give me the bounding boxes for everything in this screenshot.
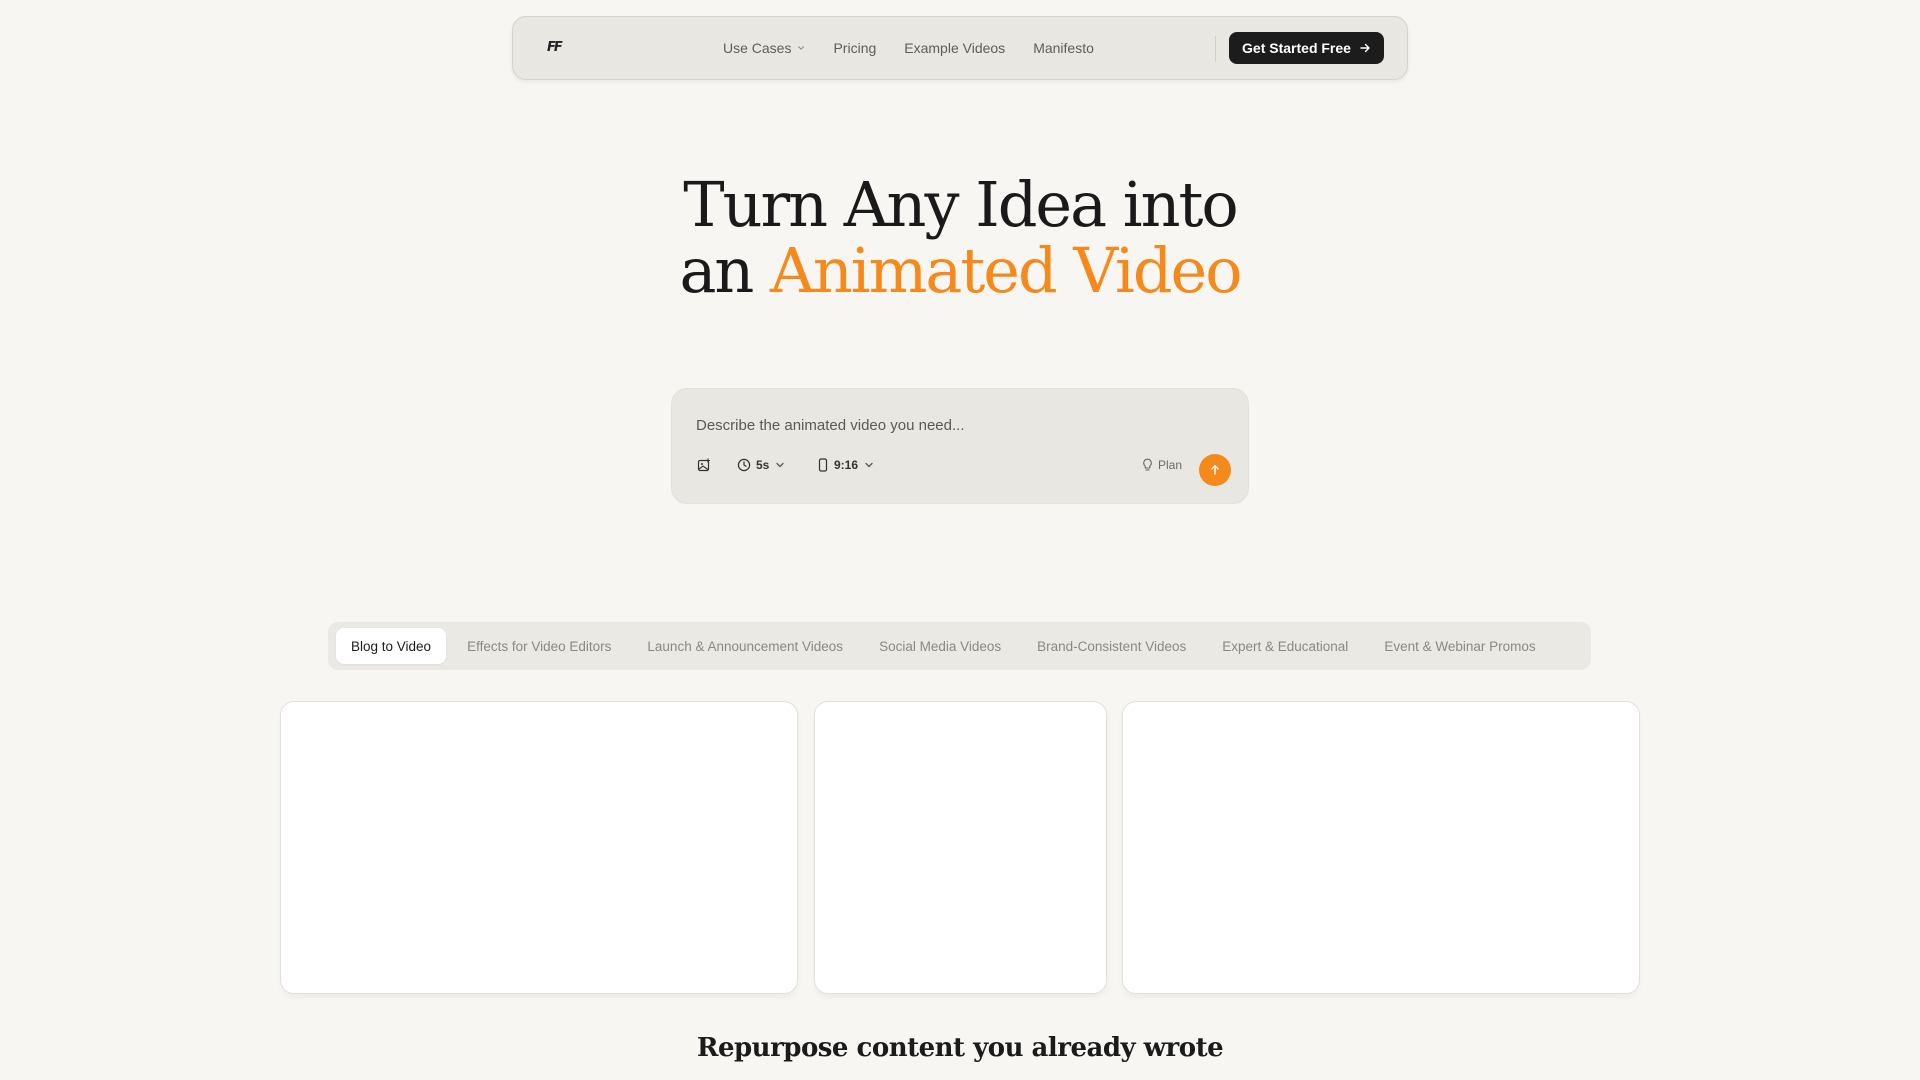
nav-use-cases[interactable]: Use Cases — [723, 40, 805, 56]
phone-icon — [818, 458, 828, 472]
video-card[interactable] — [280, 701, 798, 994]
video-card[interactable] — [814, 701, 1107, 994]
hero-title-line1: Turn Any Idea into — [683, 168, 1239, 241]
send-button[interactable] — [1199, 454, 1231, 486]
tab-effects-for-video-editors[interactable]: Effects for Video Editors — [452, 628, 626, 664]
lightbulb-icon — [1143, 458, 1152, 471]
nav-example-videos[interactable]: Example Videos — [904, 40, 1005, 56]
image-upload-button[interactable] — [697, 458, 711, 472]
page: FF Use Cases Pricing Example Videos Mani… — [0, 0, 1920, 1080]
nav-use-cases-label: Use Cases — [723, 40, 792, 56]
duration-select[interactable]: 5s — [737, 458, 785, 472]
aspect-ratio-select[interactable]: 9:16 — [818, 458, 874, 472]
clock-icon — [737, 458, 751, 472]
image-add-icon — [697, 458, 710, 472]
get-started-label: Get Started Free — [1242, 40, 1351, 56]
use-case-tabs: Blog to Video Effects for Video Editors … — [328, 622, 1591, 670]
hero-title-prefix: an — [679, 234, 771, 307]
prompt-input[interactable] — [696, 415, 1216, 435]
nav-divider — [1215, 36, 1216, 62]
tab-event-webinar[interactable]: Event & Webinar Promos — [1369, 628, 1550, 664]
hero-title: Turn Any Idea into an Animated Video — [0, 172, 1920, 304]
plan-label: Plan — [1158, 458, 1183, 472]
chevron-down-icon — [776, 462, 785, 468]
chevron-down-icon — [865, 462, 873, 468]
top-nav: FF Use Cases Pricing Example Videos Mani… — [512, 16, 1408, 80]
get-started-button[interactable]: Get Started Free — [1229, 32, 1384, 64]
chevron-down-icon — [798, 46, 805, 50]
prompt-box — [671, 388, 1249, 504]
logo[interactable]: FF — [547, 39, 571, 57]
duration-value: 5s — [756, 458, 770, 472]
tab-launch-announcement[interactable]: Launch & Announcement Videos — [632, 628, 858, 664]
section-title: Repurpose content you already wrote — [696, 1033, 1224, 1063]
hero: Turn Any Idea into an Animated Video — [0, 172, 1920, 304]
tab-social-media[interactable]: Social Media Videos — [864, 628, 1016, 664]
tab-expert-educational[interactable]: Expert & Educational — [1207, 628, 1363, 664]
arrow-up-icon — [1211, 465, 1219, 475]
hero-title-accent: Animated Video — [770, 234, 1243, 307]
video-card[interactable] — [1122, 701, 1640, 994]
tab-blog-to-video[interactable]: Blog to Video — [336, 628, 447, 664]
nav-manifesto[interactable]: Manifesto — [1033, 40, 1094, 56]
nav-links: Use Cases Pricing Example Videos Manifes… — [723, 17, 1122, 79]
tab-brand-consistent[interactable]: Brand-Consistent Videos — [1022, 628, 1201, 664]
arrow-right-icon — [1360, 43, 1370, 53]
plan-toggle[interactable]: Plan — [1142, 458, 1182, 472]
nav-pricing[interactable]: Pricing — [833, 40, 876, 56]
aspect-ratio-value: 9:16 — [834, 458, 859, 472]
